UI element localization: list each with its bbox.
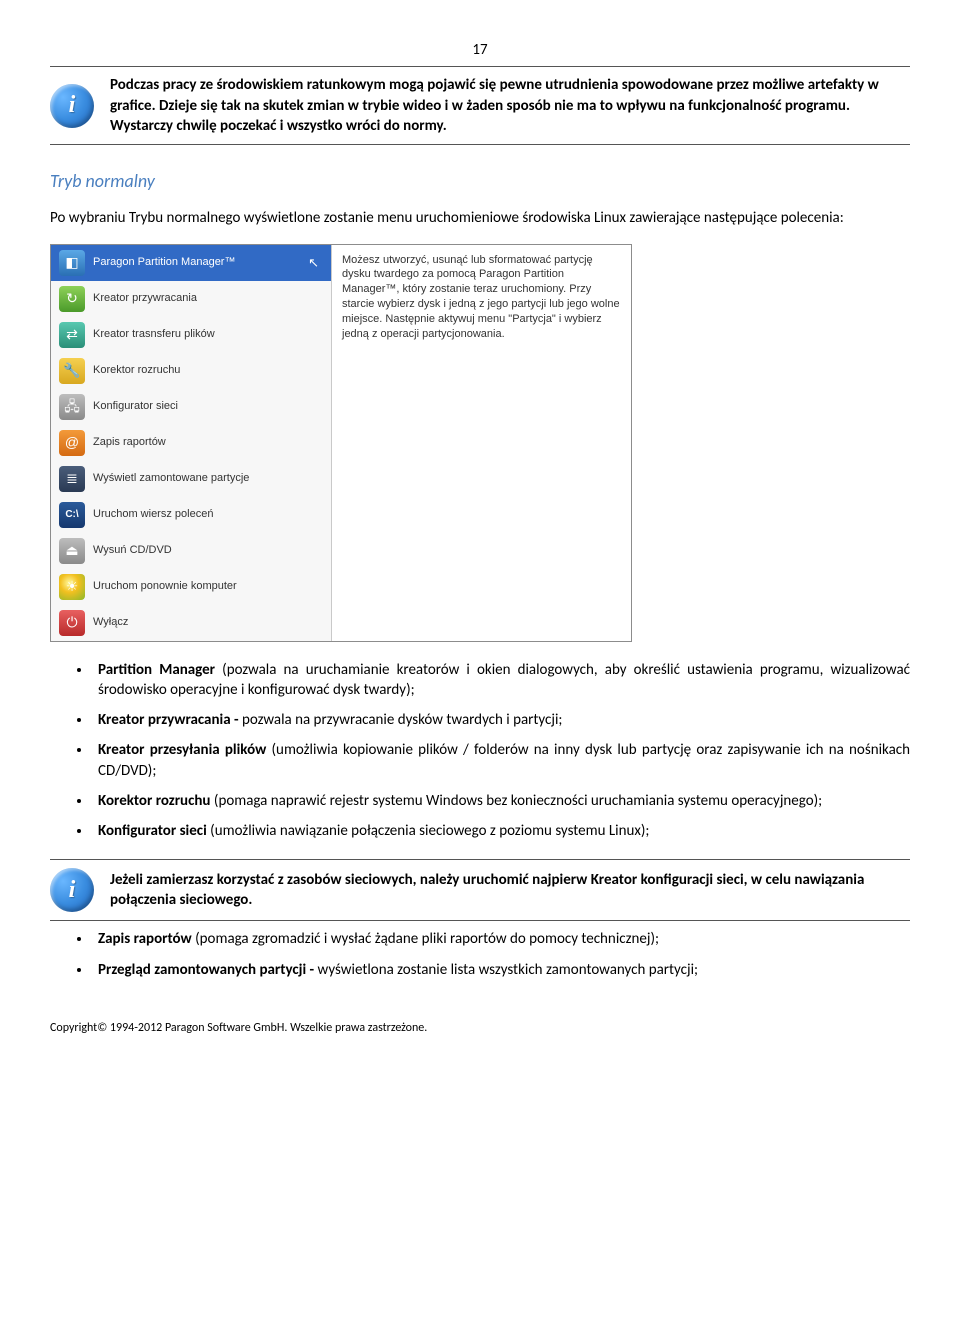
list-item: Partition Manager (pozwala na uruchamian… (92, 660, 910, 701)
page-number: 17 (50, 40, 910, 60)
menu-item-boot-corrector[interactable]: 🔧 Korektor rozruchu (51, 353, 331, 389)
file-transfer-icon: ⇄ (59, 322, 85, 348)
section-heading: Tryb normalny (50, 169, 910, 193)
info-note-2: i Jeżeli zamierzasz korzystać z zasobów … (50, 859, 910, 921)
partition-manager-icon: ◧ (59, 250, 85, 276)
info-note-1: i Podczas pracy ze środowiskiem ratunkow… (50, 66, 910, 145)
shutdown-icon: ⏻ (59, 610, 85, 636)
menu-item-restart[interactable]: ☀ Uruchom ponownie komputer (51, 569, 331, 605)
list-item: Zapis raportów (pomaga zgromadzić i wysł… (92, 929, 910, 949)
menu-item-label: Paragon Partition Manager™ (93, 255, 235, 270)
menu-item-restore-wizard[interactable]: ↻ Kreator przywracania (51, 281, 331, 317)
menu-item-label: Uruchom ponownie komputer (93, 579, 237, 594)
linux-menu-window: ◧ Paragon Partition Manager™ ↖ ↻ Kreator… (50, 244, 632, 642)
menu-item-network-config[interactable]: 🖧 Konfigurator sieci (51, 389, 331, 425)
log-icon: @ (59, 430, 85, 456)
list-item: Kreator przywracania - pozwala na przywr… (92, 710, 910, 730)
menu-item-eject[interactable]: ⏏ Wysuń CD/DVD (51, 533, 331, 569)
menu-item-view-mounted[interactable]: ≣ Wyświetl zamontowane partycje (51, 461, 331, 497)
info-icon: i (50, 84, 94, 128)
menu-item-cmd[interactable]: C:\ Uruchom wiersz poleceń (51, 497, 331, 533)
info-note-1-text: Podczas pracy ze środowiskiem ratunkowym… (110, 75, 910, 136)
menu-item-label: Uruchom wiersz poleceń (93, 507, 213, 522)
list-item: Kreator przesyłania plików (umożliwia ko… (92, 740, 910, 781)
restart-icon: ☀ (59, 574, 85, 600)
menu-left-panel: ◧ Paragon Partition Manager™ ↖ ↻ Kreator… (51, 245, 331, 641)
menu-item-label: Kreator przywracania (93, 291, 197, 306)
list-item: Przegląd zamontowanych partycji - wyświe… (92, 960, 910, 980)
feature-list-2: Zapis raportów (pomaga zgromadzić i wysł… (50, 929, 910, 980)
boot-corrector-icon: 🔧 (59, 358, 85, 384)
intro-paragraph: Po wybraniu Trybu normalnego wyświetlone… (50, 208, 910, 228)
info-note-2-text: Jeżeli zamierzasz korzystać z zasobów si… (110, 870, 910, 911)
menu-item-label: Kreator trasnsferu plików (93, 327, 215, 342)
menu-item-shutdown[interactable]: ⏻ Wyłącz (51, 605, 331, 641)
eject-icon: ⏏ (59, 538, 85, 564)
list-item: Korektor rozruchu (pomaga naprawić rejes… (92, 791, 910, 811)
menu-item-log-saver[interactable]: @ Zapis raportów (51, 425, 331, 461)
cmd-icon: C:\ (59, 502, 85, 528)
feature-list-1: Partition Manager (pozwala na uruchamian… (50, 660, 910, 842)
list-item: Konfigurator sieci (umożliwia nawiązanie… (92, 821, 910, 841)
menu-item-label: Zapis raportów (93, 435, 166, 450)
restore-icon: ↻ (59, 286, 85, 312)
menu-item-label: Wysuń CD/DVD (93, 543, 172, 558)
footer-copyright: Copyright© 1994-2012 Paragon Software Gm… (50, 1020, 910, 1036)
menu-description-panel: Możesz utworzyć, usunąć lub sformatować … (331, 245, 631, 641)
menu-item-label: Wyświetl zamontowane partycje (93, 471, 249, 486)
mounted-icon: ≣ (59, 466, 85, 492)
cursor-icon: ↖ (308, 254, 319, 272)
menu-item-file-transfer[interactable]: ⇄ Kreator trasnsferu plików (51, 317, 331, 353)
menu-item-label: Korektor rozruchu (93, 363, 180, 378)
info-icon: i (50, 868, 94, 912)
menu-item-label: Wyłącz (93, 615, 128, 630)
menu-item-partition-manager[interactable]: ◧ Paragon Partition Manager™ ↖ (51, 245, 331, 281)
menu-item-label: Konfigurator sieci (93, 399, 178, 414)
network-icon: 🖧 (59, 394, 85, 420)
